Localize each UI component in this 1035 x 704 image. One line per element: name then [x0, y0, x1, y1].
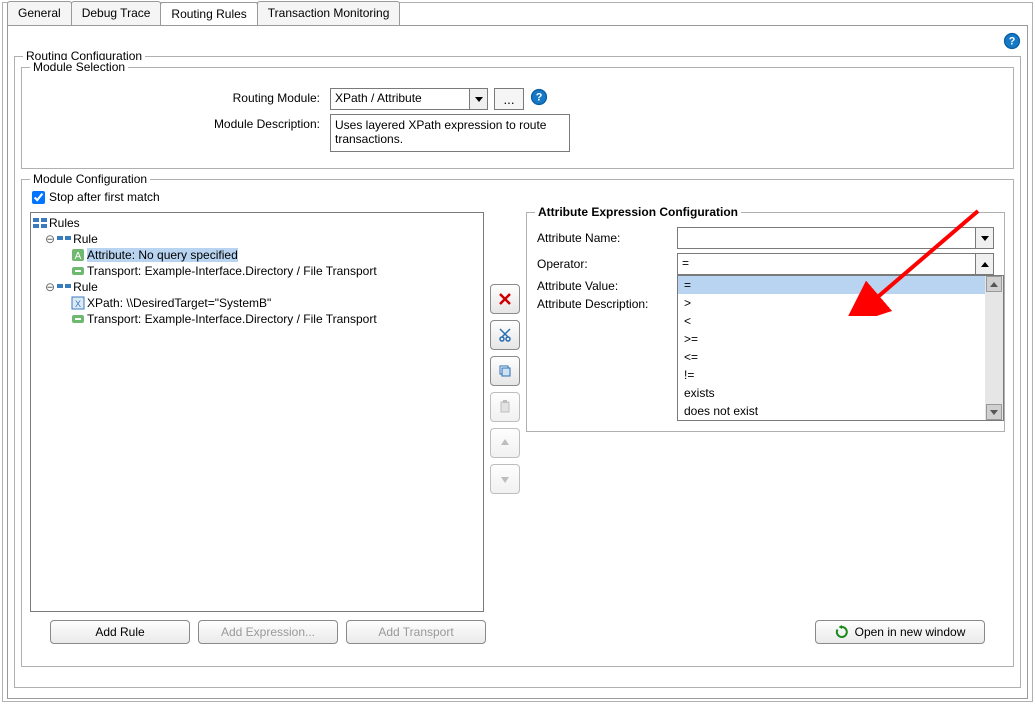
tab-routing-rules[interactable]: Routing Rules	[160, 2, 257, 26]
rule-icon	[57, 232, 71, 246]
scissors-icon	[498, 328, 512, 342]
help-icon[interactable]: ?	[530, 88, 548, 109]
tree-transport-label: Transport: Example-Interface.Directory /…	[87, 312, 377, 326]
annotation-arrow	[848, 206, 988, 316]
add-transport-button: Add Transport	[346, 620, 486, 644]
operator-option[interactable]: <=	[678, 348, 985, 366]
help-icon[interactable]: ?	[1003, 32, 1021, 53]
rules-icon	[33, 216, 47, 230]
module-description-textarea[interactable]: Uses layered XPath expression to route t…	[330, 114, 570, 152]
tree-rule-label: Rule	[73, 280, 98, 294]
tree-rule[interactable]: ⊖ Rule	[33, 279, 481, 295]
add-expression-button: Add Expression...	[198, 620, 338, 644]
tab-transaction-monitoring[interactable]: Transaction Monitoring	[257, 1, 401, 25]
tree-xpath-node[interactable]: X XPath: \\DesiredTarget="SystemB"	[33, 295, 481, 311]
tree-transport-node[interactable]: Transport: Example-Interface.Directory /…	[33, 311, 481, 327]
routing-module-label: Routing Module:	[30, 88, 330, 105]
svg-text:X: X	[75, 299, 81, 309]
open-in-new-window-button[interactable]: Open in new window	[815, 620, 985, 644]
attribute-name-label: Attribute Name:	[537, 231, 677, 245]
arrow-down-icon	[499, 473, 511, 485]
tab-debug-trace[interactable]: Debug Trace	[71, 1, 162, 25]
tab-general[interactable]: General	[7, 1, 72, 25]
transport-icon	[71, 312, 85, 326]
copy-icon	[498, 364, 512, 378]
operator-label: Operator:	[537, 257, 677, 271]
svg-text:?: ?	[536, 92, 543, 104]
paste-icon	[498, 400, 512, 414]
stop-after-first-match-label: Stop after first match	[49, 190, 160, 204]
tree-rule[interactable]: ⊖ Rule	[33, 231, 481, 247]
tree-root[interactable]: Rules	[33, 215, 481, 231]
svg-text:?: ?	[1009, 36, 1016, 48]
rules-tree[interactable]: Rules ⊖ Rule A Attribute: No query speci…	[30, 212, 484, 612]
delete-icon	[498, 292, 512, 306]
operator-option[interactable]: !=	[678, 366, 985, 384]
scroll-up-icon[interactable]	[986, 276, 1002, 292]
attribute-value-label: Attribute Value:	[537, 279, 677, 293]
module-configuration-legend: Module Configuration	[30, 172, 150, 186]
open-in-new-window-label: Open in new window	[855, 625, 966, 639]
rule-icon	[57, 280, 71, 294]
add-rule-button[interactable]: Add Rule	[50, 620, 190, 644]
module-selection-legend: Module Selection	[30, 60, 128, 74]
cut-button[interactable]	[490, 320, 520, 350]
paste-button	[490, 392, 520, 422]
operator-option[interactable]: exists	[678, 384, 985, 402]
move-down-button	[490, 464, 520, 494]
arrow-up-icon	[499, 437, 511, 449]
attribute-icon: A	[71, 248, 85, 262]
tree-transport-node[interactable]: Transport: Example-Interface.Directory /…	[33, 263, 481, 279]
tree-xpath-label: XPath: \\DesiredTarget="SystemB"	[87, 296, 271, 310]
module-description-label: Module Description:	[30, 114, 330, 131]
copy-button[interactable]	[490, 356, 520, 386]
routing-module-dropdown-button[interactable]	[470, 88, 488, 110]
stop-after-first-match-checkbox[interactable]	[32, 191, 45, 204]
svg-text:A: A	[75, 251, 82, 262]
tree-rule-label: Rule	[73, 232, 98, 246]
attribute-description-label: Attribute Description:	[537, 297, 677, 311]
xpath-icon: X	[71, 296, 85, 310]
routing-module-browse-button[interactable]: ...	[494, 88, 524, 110]
operator-option[interactable]: >=	[678, 330, 985, 348]
transport-icon	[71, 264, 85, 278]
routing-module-select[interactable]: XPath / Attribute	[330, 88, 470, 110]
tree-attribute-label: Attribute: No query specified	[87, 248, 238, 262]
refresh-icon	[835, 625, 849, 639]
tree-transport-label: Transport: Example-Interface.Directory /…	[87, 264, 377, 278]
scroll-down-icon[interactable]	[986, 404, 1002, 420]
tree-root-label: Rules	[49, 216, 80, 230]
move-up-button	[490, 428, 520, 458]
attribute-expression-legend: Attribute Expression Configuration	[535, 205, 741, 219]
delete-button[interactable]	[490, 284, 520, 314]
tree-attribute-node[interactable]: A Attribute: No query specified	[33, 247, 481, 263]
operator-option[interactable]: does not exist	[678, 402, 985, 420]
